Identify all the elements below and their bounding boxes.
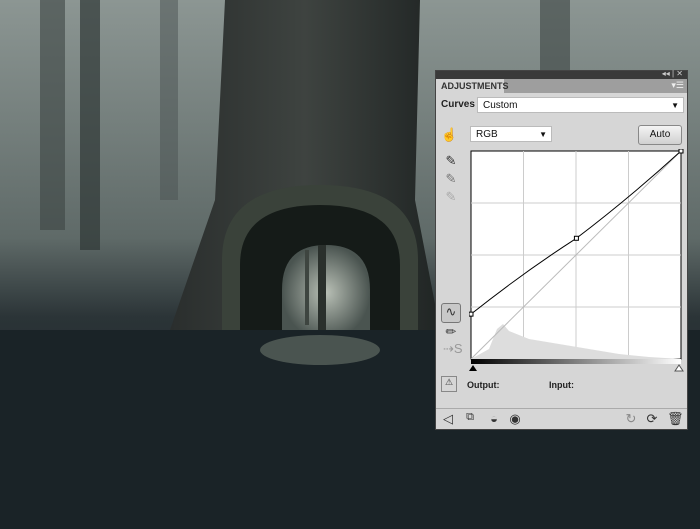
adjustments-panel: ◂◂ | ✕ ADJUSTMENTS ▾☰ Curves Custom ▼ ☝ R… (435, 69, 688, 430)
refresh-icon[interactable]: ⟳ (644, 411, 660, 427)
preset-dropdown[interactable]: Custom ▼ (477, 97, 684, 113)
black-point-eyedropper-icon[interactable]: ✎ (443, 153, 459, 169)
curve-control-point[interactable] (469, 311, 474, 317)
clipping-warning-icon[interactable]: ⚠ (441, 376, 457, 392)
curves-label: Curves (441, 99, 475, 110)
chevron-down-icon: ▼ (539, 130, 547, 139)
pencil-tool-icon[interactable]: ✏ (443, 324, 459, 340)
reset-icon[interactable]: ↻ (623, 411, 639, 427)
chevron-down-icon: ▼ (671, 101, 679, 110)
input-label: Input: (549, 380, 574, 390)
curve-control-point[interactable] (573, 235, 579, 241)
targeted-adjustment-hand-icon[interactable]: ☝ (441, 127, 457, 143)
white-point-eyedropper-icon[interactable]: ✎ (443, 189, 459, 205)
input-gradient-bar (471, 359, 681, 364)
smooth-curve-icon[interactable]: ⇢S (443, 341, 463, 357)
output-label: Output: (467, 380, 500, 390)
white-input-slider[interactable] (674, 364, 684, 372)
panel-menu-icon[interactable]: ▾☰ (671, 80, 684, 91)
delete-icon[interactable]: 🗑 (667, 411, 684, 427)
collapse-close-icons[interactable]: ◂◂ | ✕ (662, 69, 683, 78)
gray-point-eyedropper-icon[interactable]: ✎ (443, 171, 459, 187)
curve-point-tool-icon[interactable]: ∿ (441, 303, 461, 323)
black-input-slider[interactable] (469, 365, 477, 371)
preset-value: Custom (483, 100, 518, 111)
tab-adjustments[interactable]: ADJUSTMENTS (436, 79, 509, 93)
curve-control-point[interactable] (678, 149, 684, 154)
back-arrow-icon[interactable]: ◁ (440, 411, 456, 427)
channel-dropdown[interactable]: RGB ▼ (470, 126, 552, 142)
auto-button[interactable]: Auto (638, 125, 682, 145)
panel-titlebar[interactable]: ◂◂ | ✕ (436, 69, 687, 79)
channel-value: RGB (476, 129, 498, 140)
curves-graph[interactable] (469, 149, 684, 374)
clip-to-layer-icon[interactable]: ⧉ (462, 411, 478, 424)
visibility-toggle-icon[interactable]: ◒ (486, 411, 502, 426)
view-previous-state-icon[interactable]: ◉ (507, 411, 523, 427)
